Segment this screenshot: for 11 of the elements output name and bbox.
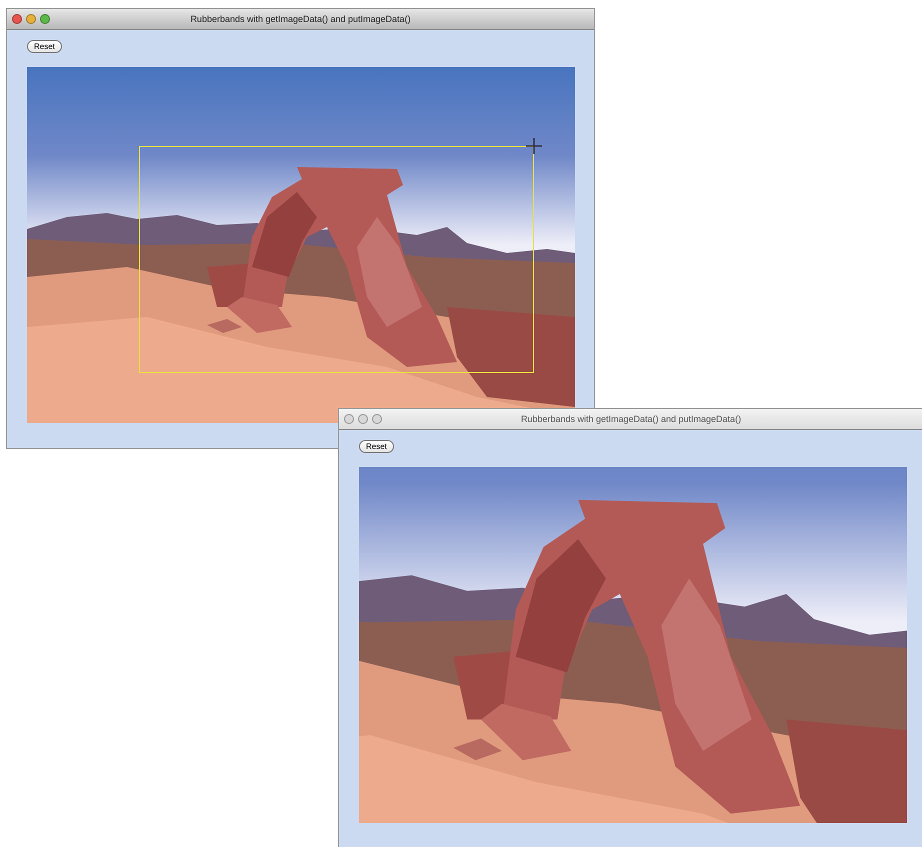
zoom-button[interactable] [372,414,382,424]
minimize-button[interactable] [358,414,368,424]
close-button[interactable] [12,14,22,24]
reset-button[interactable]: Reset [359,440,394,453]
close-button[interactable] [344,414,354,424]
minimize-button[interactable] [26,14,36,24]
zoom-button[interactable] [40,14,50,24]
window-title: Rubberbands with getImageData() and putImageData() [189,14,412,24]
reset-button[interactable]: Reset [27,40,62,53]
crosshair-cursor-icon [526,138,542,154]
window-title: Rubberbands with getImageData() and putImageData() [520,414,742,424]
